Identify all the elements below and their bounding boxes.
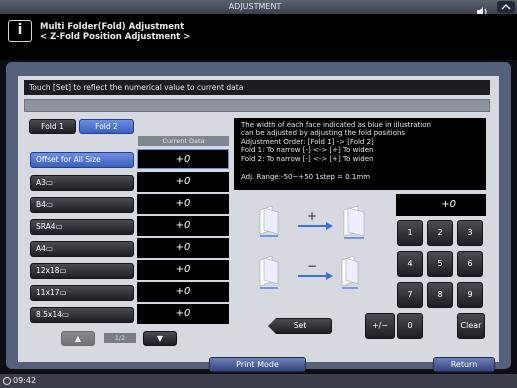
minus-sign: − — [307, 259, 317, 273]
speaker-icon[interactable] — [476, 2, 488, 17]
folded-paper-icon — [343, 205, 365, 239]
current-value: +0 — [137, 194, 229, 214]
size-button-8-5x14[interactable]: 8.5x14▭ — [30, 307, 134, 323]
key-6[interactable]: 6 — [457, 251, 483, 277]
size-button-sra4[interactable]: SRA4▭ — [30, 219, 134, 235]
folded-paper-icon — [341, 255, 359, 289]
clock-time: 09:42 — [13, 376, 37, 385]
clock-icon — [3, 377, 11, 385]
separator-bar — [24, 99, 490, 112]
fold-illustration: + − — [238, 196, 392, 296]
key-1[interactable]: 1 — [397, 220, 423, 246]
description-line: Adjustment Order: [Fold 1] -> [Fold 2] — [241, 137, 374, 146]
current-value: +0 — [137, 304, 229, 324]
page-indicator: 1/2 — [104, 333, 136, 343]
chevron-icon[interactable] — [497, 1, 515, 13]
page-down-button[interactable]: ▼ — [143, 331, 177, 346]
print-mode-button[interactable]: Print Mode — [209, 357, 306, 372]
tab-fold-1[interactable]: Fold 1 — [29, 119, 76, 134]
return-button[interactable]: Return — [433, 357, 495, 372]
description-line: Fold 1: To narrow [-] <-> [+] To widen — [241, 146, 374, 155]
size-button-12x18[interactable]: 12x18▭ — [30, 263, 134, 279]
set-button[interactable]: Set — [268, 318, 332, 334]
current-value: +0 — [137, 260, 229, 280]
folded-paper-icon — [259, 205, 279, 237]
key-8[interactable]: 8 — [427, 282, 453, 308]
adjustment-range: Adj. Range:-50~+50 1step = 0.1mm — [241, 173, 371, 182]
tab-fold-2[interactable]: Fold 2 — [79, 119, 134, 134]
key-7[interactable]: 7 — [397, 282, 423, 308]
size-button-a4[interactable]: A4▭ — [30, 241, 134, 257]
clear-button[interactable]: Clear — [457, 313, 485, 339]
current-data-label: Current Data — [138, 136, 229, 146]
current-value: +0 — [137, 216, 229, 236]
page-up-button[interactable]: ▲ — [61, 331, 95, 346]
plus-sign: + — [307, 209, 317, 223]
description-line: Fold 2: To narrow [-] <-> [+] To widen — [241, 154, 374, 163]
input-value-display: +0 — [396, 194, 486, 216]
current-value: +0 — [137, 282, 229, 302]
key-3[interactable]: 3 — [457, 220, 483, 246]
size-button-offset-all[interactable]: Offset for All Size — [30, 152, 134, 168]
key-4[interactable]: 4 — [397, 251, 423, 277]
page-title: Multi Folder(Fold) Adjustment — [40, 22, 185, 32]
key-5[interactable]: 5 — [427, 251, 453, 277]
current-value: +0 — [137, 172, 229, 192]
status-bar — [0, 374, 517, 388]
size-button-b4[interactable]: B4▭ — [30, 197, 134, 213]
size-button-11x17[interactable]: 11x17▭ — [30, 285, 134, 301]
page-subtitle: < Z-Fold Position Adjustment > — [40, 32, 191, 42]
current-value: +0 — [137, 149, 229, 169]
screen-title: ADJUSTMENT — [228, 2, 282, 11]
folded-paper-icon — [259, 255, 279, 289]
key-9[interactable]: 9 — [457, 282, 483, 308]
plus-minus-key[interactable]: +/− — [365, 313, 395, 339]
key-0[interactable]: 0 — [397, 313, 423, 339]
description-line: The width of each face indicated as blue… — [241, 121, 431, 129]
description-line: can be adjusted by adjusting the fold po… — [241, 129, 406, 138]
current-value: +0 — [137, 238, 229, 258]
instruction-message: Touch [Set] to reflect the numerical val… — [24, 80, 490, 95]
key-2[interactable]: 2 — [427, 220, 453, 246]
description-panel: The width of each face indicated as blue… — [234, 118, 486, 190]
info-icon: i — [8, 20, 32, 42]
size-button-a3[interactable]: A3▭ — [30, 175, 134, 191]
